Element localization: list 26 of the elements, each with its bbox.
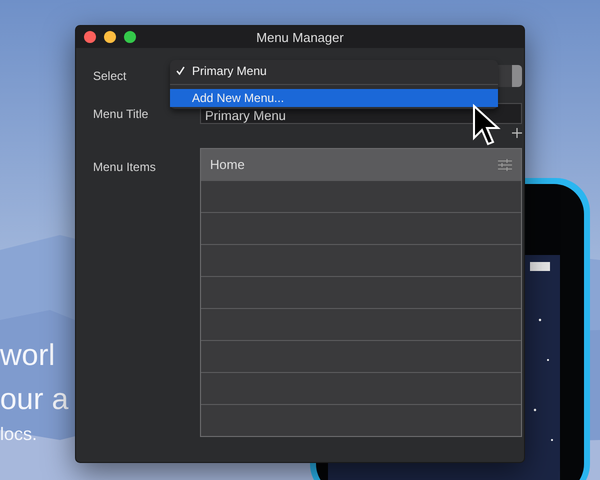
table-row[interactable]	[201, 308, 521, 340]
table-row[interactable]	[201, 372, 521, 404]
table-row[interactable]	[201, 180, 521, 212]
table-row[interactable]	[201, 244, 521, 276]
table-header[interactable]: Home	[201, 149, 521, 180]
backdrop-text: locs.	[0, 424, 38, 446]
zoom-button[interactable]	[124, 31, 136, 43]
minimize-button[interactable]	[104, 31, 116, 43]
table-row[interactable]	[201, 404, 521, 436]
menu-items-label: Menu Items	[93, 159, 156, 174]
checkmark-icon	[176, 66, 185, 75]
backdrop-text: our a	[0, 382, 68, 418]
add-icon[interactable]	[512, 128, 522, 138]
menu-option[interactable]: Primary Menu	[170, 62, 498, 80]
table-row[interactable]	[201, 212, 521, 244]
close-button[interactable]	[84, 31, 96, 43]
menu-item-title: Home	[210, 157, 245, 172]
backdrop-text: worl	[0, 338, 56, 374]
table-row[interactable]	[201, 276, 521, 308]
sliders-icon[interactable]	[498, 158, 512, 170]
menu-title-label: Menu Title	[93, 106, 148, 121]
window-title: Menu Manager	[256, 30, 344, 44]
menu-option[interactable]: Add New Menu...	[170, 89, 498, 107]
table-row[interactable]	[201, 340, 521, 372]
cursor-icon	[472, 104, 502, 148]
select-label: Select	[93, 68, 126, 83]
